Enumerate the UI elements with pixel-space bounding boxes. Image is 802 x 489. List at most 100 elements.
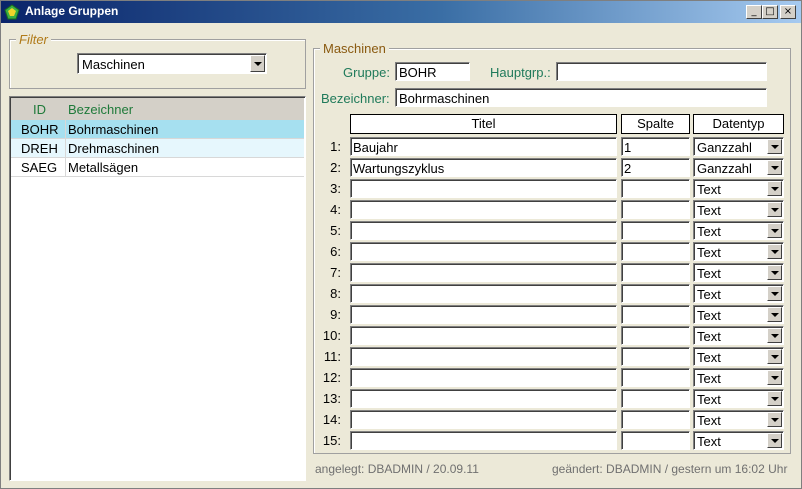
titel-input[interactable] xyxy=(350,431,617,450)
row-number: 11: xyxy=(323,349,341,364)
column-header-bezeichner[interactable]: Bezeichner xyxy=(68,102,133,117)
hauptgrp-input[interactable] xyxy=(556,62,767,81)
chevron-down-icon[interactable] xyxy=(767,265,782,280)
datentyp-value: Text xyxy=(697,413,721,428)
datentyp-select[interactable]: Text xyxy=(693,200,784,219)
list-item-saeg[interactable]: SAEG Metallsägen xyxy=(11,158,304,177)
bezeichner-label: Bezeichner: xyxy=(321,91,390,106)
chevron-down-icon[interactable] xyxy=(767,433,782,448)
datentyp-select[interactable]: Text xyxy=(693,368,784,387)
titel-input[interactable] xyxy=(350,221,617,240)
titel-input[interactable] xyxy=(350,263,617,282)
row-number: 1: xyxy=(330,139,341,154)
spalte-input[interactable] xyxy=(621,326,690,345)
chevron-down-icon[interactable] xyxy=(767,139,782,154)
spalte-input[interactable] xyxy=(621,347,690,366)
titel-input[interactable] xyxy=(350,347,617,366)
maximize-button[interactable]: □ xyxy=(762,5,778,19)
group-list[interactable]: ID Bezeichner BOHR Bohrmaschinen DREH Dr… xyxy=(9,96,306,481)
chevron-down-icon[interactable] xyxy=(767,412,782,427)
row-number: 9: xyxy=(330,307,341,322)
titel-input[interactable] xyxy=(350,200,617,219)
row-number: 14: xyxy=(322,412,341,427)
datentyp-select[interactable]: Text xyxy=(693,179,784,198)
chevron-down-icon[interactable] xyxy=(767,391,782,406)
row-number: 10: xyxy=(322,328,341,343)
row-number: 2: xyxy=(330,160,341,175)
datentyp-value: Ganzzahl xyxy=(697,161,752,176)
titel-input[interactable] xyxy=(350,242,617,261)
close-button[interactable]: × xyxy=(780,5,796,19)
datentyp-select[interactable]: Text xyxy=(693,431,784,450)
chevron-down-icon[interactable] xyxy=(250,55,265,72)
list-header: ID Bezeichner xyxy=(11,98,304,120)
chevron-down-icon[interactable] xyxy=(767,181,782,196)
datentyp-value: Text xyxy=(697,329,721,344)
datentyp-select[interactable]: Text xyxy=(693,221,784,240)
datentyp-select[interactable]: Text xyxy=(693,242,784,261)
chevron-down-icon[interactable] xyxy=(767,223,782,238)
datentyp-select[interactable]: Ganzzahl xyxy=(693,158,784,177)
titel-input[interactable] xyxy=(350,389,617,408)
titel-input[interactable] xyxy=(350,368,617,387)
datentyp-select[interactable]: Text xyxy=(693,305,784,324)
column-header-id[interactable]: ID xyxy=(33,102,46,117)
spalte-input[interactable]: 2 xyxy=(621,158,690,177)
datentyp-select[interactable]: Text xyxy=(693,326,784,345)
row-number: 4: xyxy=(330,202,341,217)
spalte-input[interactable] xyxy=(621,179,690,198)
list-item-name: Metallsägen xyxy=(68,160,139,175)
titel-input[interactable] xyxy=(350,326,617,345)
spalte-input[interactable] xyxy=(621,242,690,261)
datentyp-select[interactable]: Text xyxy=(693,347,784,366)
spalte-input[interactable] xyxy=(621,263,690,282)
spalte-input[interactable] xyxy=(621,284,690,303)
datentyp-value: Text xyxy=(697,203,721,218)
chevron-down-icon[interactable] xyxy=(767,307,782,322)
titel-input[interactable]: Wartungszyklus xyxy=(350,158,617,177)
filter-select[interactable]: Maschinen xyxy=(77,53,267,74)
chevron-down-icon[interactable] xyxy=(767,328,782,343)
list-item-dreh[interactable]: DREH Drehmaschinen xyxy=(11,139,304,158)
title-bar[interactable]: Anlage Gruppen _ □ × xyxy=(1,1,801,23)
datentyp-value: Text xyxy=(697,434,721,449)
datentyp-select[interactable]: Ganzzahl xyxy=(693,137,784,156)
chevron-down-icon[interactable] xyxy=(767,370,782,385)
bezeichner-value: Bohrmaschinen xyxy=(399,91,490,106)
titel-input[interactable] xyxy=(350,305,617,324)
titel-input[interactable] xyxy=(350,179,617,198)
column-header-datentyp: Datentyp xyxy=(693,114,784,134)
titel-input[interactable] xyxy=(350,410,617,429)
datentyp-select[interactable]: Text xyxy=(693,410,784,429)
datentyp-select[interactable]: Text xyxy=(693,284,784,303)
row-number: 13: xyxy=(322,391,341,406)
chevron-down-icon[interactable] xyxy=(767,286,782,301)
chevron-down-icon[interactable] xyxy=(767,244,782,259)
list-item-name: Bohrmaschinen xyxy=(68,122,159,137)
spalte-input[interactable] xyxy=(621,389,690,408)
chevron-down-icon[interactable] xyxy=(767,349,782,364)
spalte-input[interactable] xyxy=(621,410,690,429)
datentyp-select[interactable]: Text xyxy=(693,263,784,282)
column-header-titel: Titel xyxy=(350,114,617,134)
chevron-down-icon[interactable] xyxy=(767,160,782,175)
spalte-input[interactable]: 1 xyxy=(621,137,690,156)
titel-value: Baujahr xyxy=(353,140,398,155)
datentyp-select[interactable]: Text xyxy=(693,389,784,408)
spalte-input[interactable] xyxy=(621,431,690,450)
gruppe-input[interactable]: BOHR xyxy=(395,62,470,81)
list-item-id: DREH xyxy=(21,141,58,156)
bezeichner-input[interactable]: Bohrmaschinen xyxy=(395,88,767,107)
spalte-input[interactable] xyxy=(621,200,690,219)
spalte-input[interactable] xyxy=(621,368,690,387)
spalte-input[interactable] xyxy=(621,305,690,324)
minimize-button[interactable]: _ xyxy=(746,5,762,19)
spalte-input[interactable] xyxy=(621,221,690,240)
titel-input[interactable]: Baujahr xyxy=(350,137,617,156)
spalte-value: 2 xyxy=(624,161,632,176)
titel-input[interactable] xyxy=(350,284,617,303)
row-number: 5: xyxy=(330,223,341,238)
chevron-down-icon[interactable] xyxy=(767,202,782,217)
list-item-bohr[interactable]: BOHR Bohrmaschinen xyxy=(11,120,304,139)
datentyp-value: Text xyxy=(697,371,721,386)
